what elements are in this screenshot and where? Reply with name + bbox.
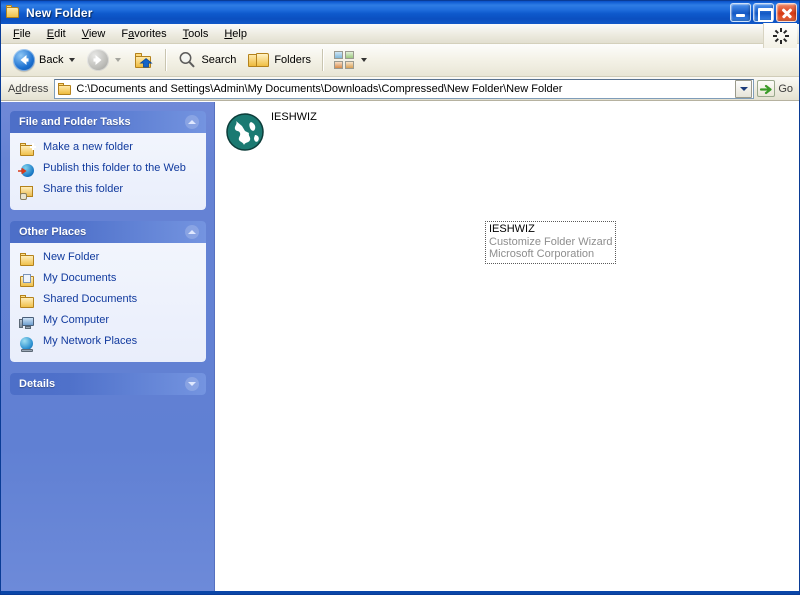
views-icon: [334, 50, 355, 70]
folders-icon: [248, 51, 270, 69]
up-button[interactable]: [127, 47, 160, 74]
folders-button-label: Folders: [274, 54, 312, 66]
window-bottom-border: [1, 591, 799, 594]
address-dropdown-button[interactable]: [735, 79, 753, 98]
maximize-button[interactable]: [753, 3, 774, 22]
search-button[interactable]: Search: [171, 46, 242, 74]
forward-dropdown-icon[interactable]: [115, 58, 122, 62]
panel-body-other-places: New Folder My Documents Shared Documents…: [10, 243, 206, 362]
forward-arrow-icon: [87, 49, 110, 71]
my-computer-icon: [19, 315, 36, 331]
back-arrow-icon: [13, 49, 35, 71]
task-label: Share this folder: [43, 183, 124, 195]
menu-item-favorites[interactable]: Favorites: [113, 26, 174, 42]
tooltip-name: IESHWIZ: [489, 223, 535, 235]
my-network-places-icon: [19, 336, 36, 352]
task-label: Make a new folder: [43, 141, 133, 153]
minimize-button[interactable]: [730, 3, 751, 22]
explorer-window: New Folder File Edit View Favorites Tool…: [0, 0, 800, 595]
menu-item-tools[interactable]: Tools: [175, 26, 217, 42]
new-folder-icon: [19, 142, 36, 158]
place-shared-documents[interactable]: Shared Documents: [19, 291, 198, 312]
windows-throbber-icon[interactable]: [763, 23, 797, 48]
panel-other-places: Other Places New Folder My Documents Sha…: [10, 221, 206, 362]
chevron-down-icon[interactable]: [185, 377, 199, 391]
folders-button[interactable]: Folders: [242, 47, 317, 73]
go-button[interactable]: Go: [754, 80, 799, 97]
shared-documents-icon: [19, 294, 36, 310]
toolbar-separator-2: [322, 49, 324, 71]
magnifier-icon: [177, 50, 197, 70]
file-item-ieshwiz[interactable]: IESHWIZ: [225, 110, 405, 152]
views-button[interactable]: [328, 47, 373, 74]
panel-title: File and Folder Tasks: [19, 116, 131, 128]
chevron-up-icon[interactable]: [185, 115, 199, 129]
title-bar[interactable]: New Folder: [1, 1, 799, 24]
globe-icon: [225, 112, 265, 152]
forward-button[interactable]: [81, 45, 127, 75]
share-folder-icon: [19, 184, 36, 200]
panel-details: Details: [10, 373, 206, 395]
views-dropdown-icon[interactable]: [361, 58, 368, 62]
address-path-text: C:\Documents and Settings\Admin\My Docum…: [76, 82, 563, 95]
file-name-label: IESHWIZ: [271, 111, 317, 123]
task-publish-this-folder-to-the-web[interactable]: Publish this folder to the Web: [18, 160, 198, 181]
green-arrow-icon: [757, 80, 776, 97]
window-controls: [730, 3, 797, 22]
panel-body-file-and-folder-tasks: Make a new folder Publish this folder to…: [10, 133, 206, 210]
address-folder-icon: [57, 82, 72, 96]
address-input[interactable]: C:\Documents and Settings\Admin\My Docum…: [54, 78, 755, 99]
back-button-label: Back: [39, 54, 64, 66]
panel-title: Other Places: [19, 226, 87, 238]
file-tooltip: IESHWIZ Customize Folder Wizard Microsof…: [485, 221, 617, 264]
chevron-up-icon[interactable]: [185, 225, 199, 239]
folder-icon: [19, 252, 36, 268]
go-button-label: Go: [778, 82, 793, 95]
address-label: Address: [8, 82, 49, 95]
window-title: New Folder: [26, 5, 93, 20]
place-label: My Computer: [43, 314, 110, 326]
publish-web-icon: [18, 163, 36, 179]
place-label: My Network Places: [43, 335, 138, 347]
place-my-network-places[interactable]: My Network Places: [19, 333, 198, 354]
place-label: My Documents: [43, 272, 117, 284]
panel-header-other-places[interactable]: Other Places: [10, 221, 206, 243]
menu-bar: File Edit View Favorites Tools Help: [1, 23, 799, 48]
panel-header-details[interactable]: Details: [10, 373, 206, 395]
panel-file-and-folder-tasks: File and Folder Tasks Make a new folder: [10, 111, 206, 210]
task-make-a-new-folder[interactable]: Make a new folder: [19, 139, 198, 160]
close-button[interactable]: [776, 3, 797, 22]
place-my-documents[interactable]: My Documents: [19, 270, 198, 291]
toolbar-separator: [165, 49, 167, 71]
tooltip-description: Customize Folder Wizard: [489, 235, 613, 248]
task-share-this-folder[interactable]: Share this folder: [19, 181, 198, 202]
place-label: Shared Documents: [43, 293, 138, 305]
back-button[interactable]: Back: [7, 45, 81, 75]
up-folder-icon: [133, 51, 154, 70]
back-dropdown-icon[interactable]: [69, 58, 76, 62]
place-new-folder[interactable]: New Folder: [19, 249, 198, 270]
file-list-area[interactable]: IESHWIZ IESHWIZ Customize Folder Wizard …: [215, 102, 799, 591]
panel-title: Details: [19, 378, 56, 390]
place-my-computer[interactable]: My Computer: [19, 312, 198, 333]
my-documents-icon: [19, 273, 36, 289]
menu-item-file[interactable]: File: [5, 26, 39, 42]
menu-item-edit[interactable]: Edit: [39, 26, 74, 42]
task-label: Publish this folder to the Web: [43, 162, 186, 174]
chevron-down-icon: [739, 86, 748, 91]
place-label: New Folder: [43, 251, 100, 263]
menu-item-view[interactable]: View: [74, 26, 114, 42]
menu-item-help[interactable]: Help: [216, 26, 255, 42]
tooltip-company: Microsoft Corporation: [489, 248, 595, 260]
explorer-body: File and Folder Tasks Make a new folder: [1, 101, 799, 591]
panel-header-file-and-folder-tasks[interactable]: File and Folder Tasks: [10, 111, 206, 133]
task-pane-sidebar: File and Folder Tasks Make a new folder: [1, 102, 215, 591]
window-folder-icon: [5, 5, 21, 20]
address-bar: Address C:\Documents and Settings\Admin\…: [1, 77, 799, 101]
toolbar: Back Search Folders: [1, 44, 799, 77]
search-button-label: Search: [201, 54, 237, 66]
